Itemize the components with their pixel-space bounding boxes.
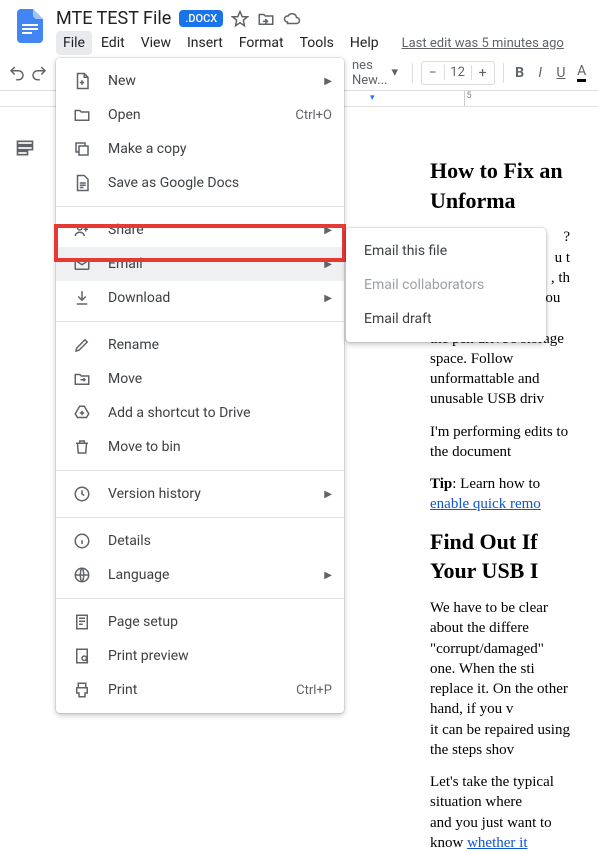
- menu-move-to-bin[interactable]: Move to bin: [56, 430, 344, 464]
- docs-logo[interactable]: [12, 8, 48, 44]
- menu-email[interactable]: Email ▶: [56, 247, 344, 281]
- left-rail: [0, 108, 50, 650]
- rename-icon: [72, 335, 92, 355]
- doc-paragraph: We have to be clear about the differe "c…: [430, 598, 570, 760]
- print-icon: [72, 680, 92, 700]
- font-family-select[interactable]: nes New... ▾: [346, 58, 404, 88]
- text-color-button[interactable]: A: [573, 60, 590, 86]
- undo-button[interactable]: [8, 60, 26, 86]
- menu-rename[interactable]: Rename: [56, 328, 344, 362]
- doc-heading: Find Out If Your USB I: [430, 527, 570, 586]
- ruler-mark: 5: [464, 91, 598, 106]
- menu-save-gdocs[interactable]: Save as Google Docs: [56, 166, 344, 200]
- doc-paragraph: I'm performing edits to the document: [430, 422, 570, 463]
- separator: [56, 470, 344, 471]
- history-icon: [72, 484, 92, 504]
- doc-link[interactable]: whether it: [467, 835, 527, 851]
- menu-open[interactable]: Open Ctrl+O: [56, 98, 344, 132]
- print-preview-icon: [72, 646, 92, 666]
- docx-badge: .DOCX: [179, 10, 223, 27]
- move-icon: [72, 369, 92, 389]
- menu-details[interactable]: Details: [56, 524, 344, 558]
- separator: [56, 321, 344, 322]
- download-icon: [72, 288, 92, 308]
- cloud-status-icon[interactable]: [283, 10, 301, 28]
- menu-share[interactable]: Share ▶: [56, 213, 344, 247]
- menu-language[interactable]: Language ▶: [56, 558, 344, 592]
- menu-file[interactable]: File: [56, 31, 92, 55]
- submenu-email-file[interactable]: Email this file: [346, 234, 546, 268]
- font-size-increase[interactable]: +: [472, 65, 494, 81]
- bold-button[interactable]: B: [511, 60, 528, 86]
- redo-button[interactable]: [30, 60, 48, 86]
- star-icon[interactable]: [231, 10, 249, 28]
- last-edit-link[interactable]: Last edit was 5 minutes ago: [402, 36, 564, 51]
- doc-link[interactable]: enable quick remo: [430, 496, 541, 512]
- font-size-decrease[interactable]: −: [422, 65, 444, 81]
- trash-icon: [72, 437, 92, 457]
- separator: [412, 63, 413, 83]
- move-folder-icon[interactable]: [257, 10, 275, 28]
- menu-page-setup[interactable]: Page setup: [56, 605, 344, 639]
- chevron-right-icon: ▶: [324, 76, 332, 87]
- submenu-email-collaborators: Email collaborators: [346, 268, 546, 302]
- separator: [56, 206, 344, 207]
- doc-heading: How to Fix an Unforma: [430, 156, 570, 215]
- menu-help[interactable]: Help: [343, 31, 386, 55]
- folder-icon: [72, 105, 92, 125]
- copy-icon: [72, 139, 92, 159]
- underline-button[interactable]: U: [553, 60, 570, 86]
- menu-add-shortcut[interactable]: Add a shortcut to Drive: [56, 396, 344, 430]
- menu-view[interactable]: View: [134, 31, 178, 55]
- share-icon: [72, 220, 92, 240]
- chevron-right-icon: ▶: [324, 259, 332, 270]
- new-doc-icon: [72, 71, 92, 91]
- separator: [56, 598, 344, 599]
- chevron-right-icon: ▶: [324, 293, 332, 304]
- menu-move[interactable]: Move: [56, 362, 344, 396]
- info-icon: [72, 531, 92, 551]
- font-size-control[interactable]: − 12 +: [421, 61, 495, 85]
- doc-paragraph: Let's take the typical situation where a…: [430, 772, 570, 853]
- ruler-mark: 4: [329, 91, 464, 106]
- separator: [503, 63, 504, 83]
- menu-edit[interactable]: Edit: [94, 31, 132, 55]
- font-family-label: nes New...: [352, 58, 387, 88]
- font-size-value[interactable]: 12: [444, 65, 472, 80]
- email-icon: [72, 254, 92, 274]
- chevron-right-icon: ▶: [324, 489, 332, 500]
- doc-paragraph: Tip: Learn how to enable quick remo: [430, 474, 570, 515]
- email-submenu: Email this file Email collaborators Emai…: [346, 228, 546, 342]
- menu-format[interactable]: Format: [232, 31, 291, 55]
- file-menu-dropdown: New ▶ Open Ctrl+O Make a copy Save as Go…: [56, 58, 344, 713]
- chevron-right-icon: ▶: [324, 570, 332, 581]
- menu-version-history[interactable]: Version history ▶: [56, 477, 344, 511]
- shortcut-label: Ctrl+O: [295, 108, 332, 123]
- shortcut-label: Ctrl+P: [296, 683, 332, 698]
- menubar: File Edit View Insert Format Tools Help …: [56, 31, 586, 55]
- page-setup-icon: [72, 612, 92, 632]
- chevron-right-icon: ▶: [324, 225, 332, 236]
- outline-icon[interactable]: [15, 138, 35, 158]
- menu-new[interactable]: New ▶: [56, 64, 344, 98]
- menu-insert[interactable]: Insert: [180, 31, 230, 55]
- menu-print-preview[interactable]: Print preview: [56, 639, 344, 673]
- italic-button[interactable]: I: [532, 60, 549, 86]
- globe-icon: [72, 565, 92, 585]
- docs-icon: [72, 173, 92, 193]
- chevron-down-icon: ▾: [391, 65, 398, 80]
- menu-download[interactable]: Download ▶: [56, 281, 344, 315]
- doc-title[interactable]: MTE TEST File: [56, 8, 171, 29]
- menu-make-copy[interactable]: Make a copy: [56, 132, 344, 166]
- menu-print[interactable]: Print Ctrl+P: [56, 673, 344, 707]
- menu-tools[interactable]: Tools: [293, 31, 341, 55]
- submenu-email-draft[interactable]: Email draft: [346, 302, 546, 336]
- separator: [56, 517, 344, 518]
- drive-shortcut-icon: [72, 403, 92, 423]
